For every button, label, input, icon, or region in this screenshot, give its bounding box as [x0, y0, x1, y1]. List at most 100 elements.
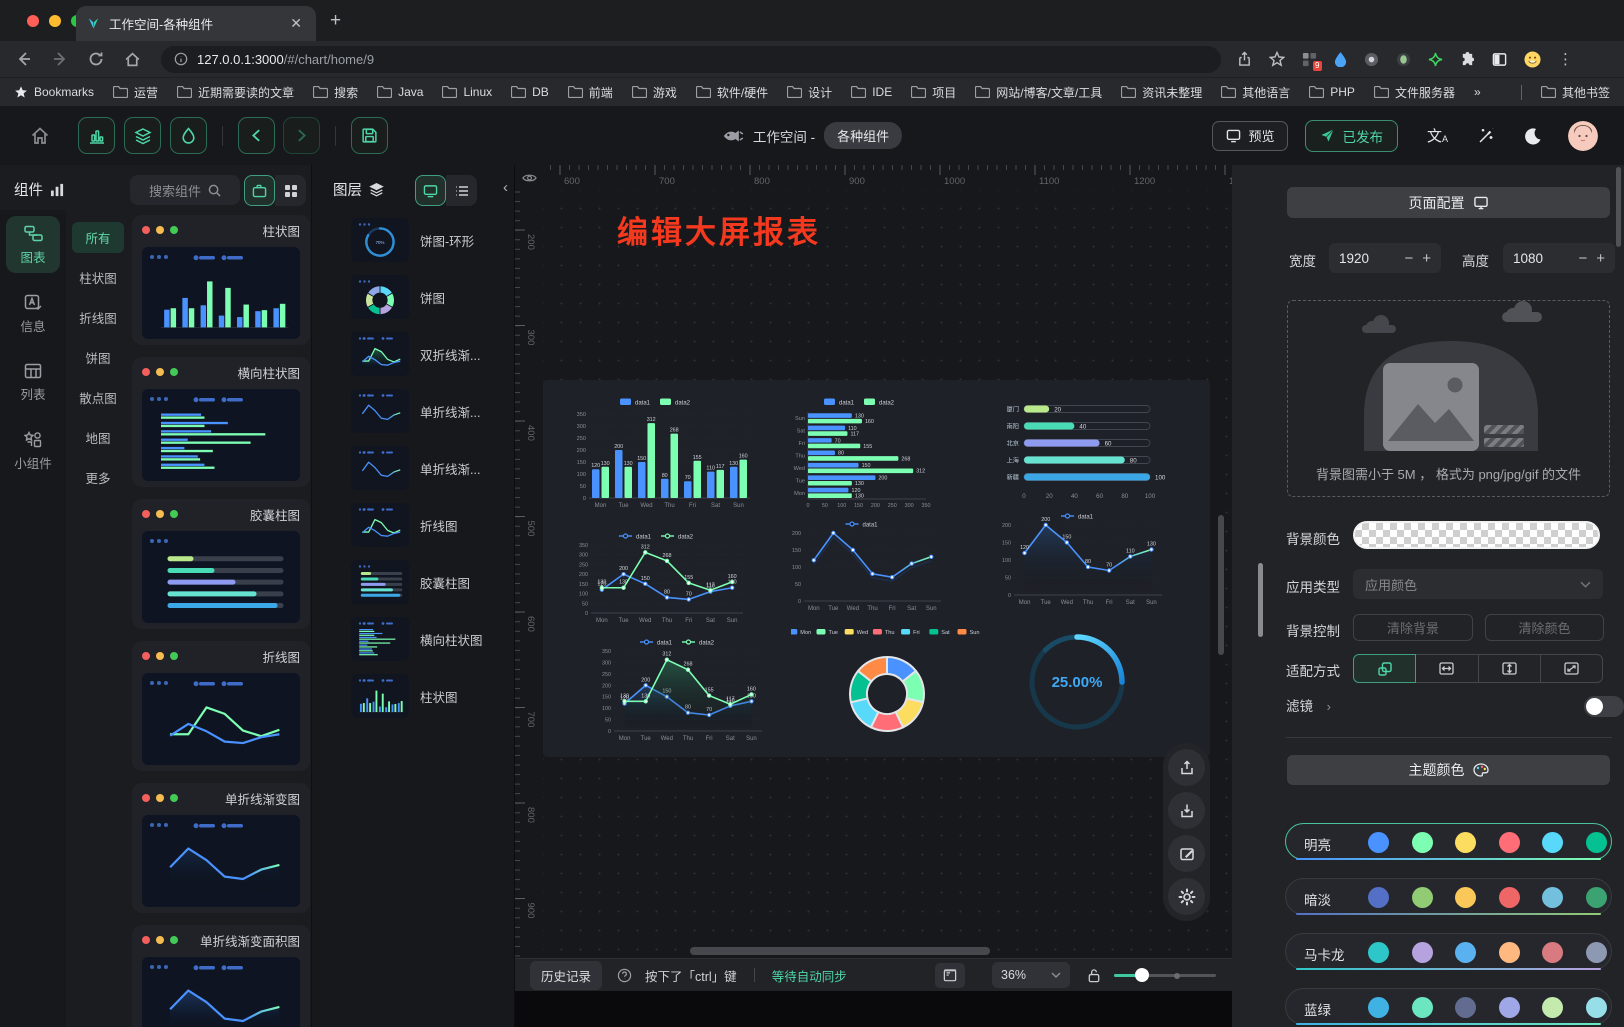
- fit-height-button[interactable]: [1479, 654, 1541, 683]
- component-library-toggle[interactable]: [244, 175, 275, 206]
- editor-home-icon[interactable]: [30, 126, 50, 146]
- bookmark-folder[interactable]: 运营: [113, 84, 158, 101]
- zoom-lock-icon[interactable]: [1087, 968, 1101, 983]
- plus-button[interactable]: +: [1596, 250, 1605, 267]
- theme-row[interactable]: 蓝绿: [1285, 988, 1612, 1025]
- bookmark-folder[interactable]: 其他语言: [1221, 84, 1290, 101]
- theme-row[interactable]: 马卡龙: [1285, 933, 1612, 970]
- browser-menu-icon[interactable]: ⋮: [1558, 50, 1573, 68]
- minimize-window-button[interactable]: [49, 15, 61, 27]
- tab-split-icon[interactable]: [1492, 52, 1507, 67]
- save-button[interactable]: [351, 117, 388, 154]
- chart-bar-grouped[interactable]: data1data2050100150200250300350Mon120130…: [565, 394, 755, 512]
- clear-background-button[interactable]: 清除背景: [1353, 614, 1473, 641]
- bookmark-folder[interactable]: 近期需要读的文章: [177, 84, 294, 101]
- export-button[interactable]: [1168, 749, 1205, 786]
- dark-mode-moon-icon[interactable]: [1524, 127, 1542, 145]
- extension-adblock-icon[interactable]: 9: [1302, 52, 1317, 67]
- nav-rail-item[interactable]: 小组件: [6, 422, 60, 479]
- bookmark-folder[interactable]: PHP: [1309, 85, 1355, 99]
- back-icon[interactable]: [16, 51, 32, 67]
- filter-toggle[interactable]: [1584, 696, 1624, 717]
- browser-tab[interactable]: 工作空间-各种组件 ✕: [76, 6, 316, 41]
- bookmark-folder[interactable]: 资讯未整理: [1121, 84, 1202, 101]
- category-item[interactable]: 柱状图: [72, 262, 124, 293]
- layers-tool-button[interactable]: [124, 117, 161, 154]
- extension-dark-circle-icon[interactable]: [1396, 52, 1411, 67]
- layers-list-toggle[interactable]: [446, 175, 477, 206]
- reload-icon[interactable]: [88, 51, 104, 67]
- panel-scrollbar-thumb[interactable]: [1616, 167, 1621, 247]
- width-stepper[interactable]: 1920 −+: [1329, 243, 1441, 273]
- chart-tool-button[interactable]: [78, 117, 115, 154]
- component-card[interactable]: 单折线渐变面积图: [132, 925, 310, 1027]
- undo-button[interactable]: [238, 117, 275, 154]
- category-item[interactable]: 折线图: [72, 302, 124, 333]
- collapse-panel-chevron[interactable]: ‹: [503, 179, 508, 196]
- url-bar[interactable]: 127.0.0.1:3000/#/chart/home/9: [161, 46, 1221, 73]
- new-tab-button[interactable]: +: [330, 10, 341, 32]
- bookmark-folder[interactable]: 搜索: [313, 84, 358, 101]
- chart-capsule-bars[interactable]: 厦门20南阳40北京60上海80新疆100020406080100: [998, 398, 1176, 508]
- width-value[interactable]: 1920: [1339, 251, 1369, 266]
- home-icon[interactable]: [124, 51, 141, 68]
- minus-button[interactable]: −: [1404, 250, 1413, 267]
- bg-color-swatch[interactable]: [1353, 521, 1600, 549]
- theme-row[interactable]: 明亮: [1285, 823, 1612, 860]
- component-card[interactable]: 胶囊柱图: [132, 499, 310, 629]
- other-bookmarks[interactable]: 其他书签: [1541, 84, 1610, 101]
- bookmark-folder[interactable]: Java: [377, 85, 423, 99]
- chevron-right-icon[interactable]: ›: [1327, 699, 1331, 714]
- layer-item[interactable]: 单折线渐...: [351, 389, 514, 433]
- layer-item[interactable]: 横向柱状图: [351, 617, 514, 661]
- canvas-page-title[interactable]: 编辑大屏报表: [617, 207, 821, 252]
- extension-green-star-icon[interactable]: [1428, 52, 1443, 67]
- bookmark-folder[interactable]: 文件服务器: [1374, 84, 1455, 101]
- layer-item[interactable]: 70% 饼图-环形: [351, 218, 514, 262]
- chart-bar-horizontal[interactable]: data1data2050100150200250300350Sun130160…: [778, 394, 950, 512]
- theme-tool-button[interactable]: [170, 117, 207, 154]
- bookmark-folder[interactable]: DB: [511, 85, 549, 99]
- history-button[interactable]: 历史记录: [530, 961, 602, 990]
- bookmark-folder[interactable]: 前端: [568, 84, 613, 101]
- layers-thumbnail-toggle[interactable]: [415, 175, 446, 206]
- settings-gear-icon[interactable]: [1168, 878, 1205, 915]
- app-type-select[interactable]: 应用颜色: [1353, 569, 1603, 599]
- user-avatar[interactable]: [1568, 121, 1598, 151]
- chart-progress-gauge[interactable]: 25.00%: [1021, 626, 1133, 738]
- theme-color-header[interactable]: 主题颜色: [1287, 755, 1610, 785]
- import-button[interactable]: [1168, 792, 1205, 829]
- zoom-level-select[interactable]: 36%: [992, 962, 1070, 988]
- zoom-slider[interactable]: [1114, 968, 1216, 982]
- component-card[interactable]: 柱状图: [132, 215, 310, 345]
- slider-knob[interactable]: [1135, 968, 1149, 982]
- chart-donut-pie[interactable]: MonTueWedThuFriSatSun: [791, 624, 983, 750]
- chart-area-single[interactable]: data1050100150200MonTueWedThuFriSatSun12…: [993, 508, 1171, 608]
- height-value[interactable]: 1080: [1513, 251, 1543, 266]
- chart-area-dual[interactable]: data1data2050100150200250300350MonTueWed…: [593, 634, 771, 744]
- bookmark-folder[interactable]: 软件/硬件: [696, 84, 768, 101]
- extension-circle-icon[interactable]: [1364, 52, 1379, 67]
- publish-button[interactable]: 已发布: [1305, 120, 1398, 152]
- component-card[interactable]: 单折线渐变图: [132, 783, 310, 913]
- canvas-vertical-scrollbar[interactable]: [1218, 515, 1224, 655]
- edit-button[interactable]: [1168, 835, 1205, 872]
- layer-item[interactable]: 双折线渐...: [351, 332, 514, 376]
- site-info-icon[interactable]: [174, 52, 188, 66]
- language-switch-icon[interactable]: 文A: [1427, 125, 1448, 146]
- minus-button[interactable]: −: [1578, 250, 1587, 267]
- ruler-eye-icon[interactable]: [515, 165, 543, 190]
- bookmark-folder[interactable]: IDE: [851, 85, 892, 99]
- share-icon[interactable]: [1237, 51, 1252, 67]
- forward-icon[interactable]: [52, 51, 68, 67]
- page-config-header[interactable]: 页面配置: [1287, 187, 1610, 218]
- component-card[interactable]: 横向柱状图: [132, 357, 310, 487]
- tab-close-icon[interactable]: ✕: [286, 15, 306, 32]
- bookmark-folder[interactable]: 项目: [911, 84, 956, 101]
- window-controls[interactable]: [27, 15, 83, 27]
- fit-scale-button[interactable]: [1353, 654, 1416, 683]
- bookmarks-overflow-chevron[interactable]: »: [1474, 85, 1481, 99]
- component-card[interactable]: 折线图: [132, 641, 310, 771]
- nav-rail-item[interactable]: 列表: [6, 354, 60, 410]
- bookmark-folder[interactable]: Linux: [442, 85, 492, 99]
